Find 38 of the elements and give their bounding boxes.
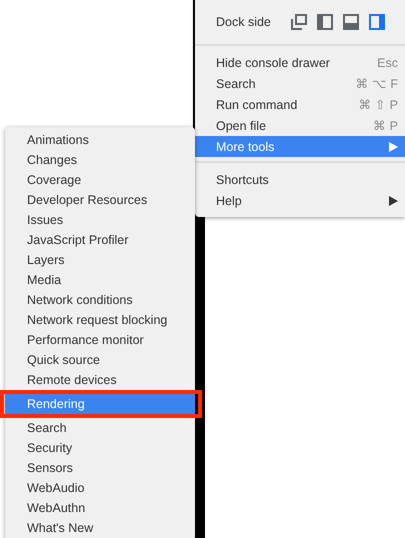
dock-right-button[interactable] <box>369 14 385 30</box>
menu-item[interactable]: More tools <box>195 136 405 157</box>
submenu-arrow-icon <box>389 142 398 152</box>
dock-left-button[interactable] <box>317 14 333 30</box>
dock-bottom-button[interactable] <box>343 14 359 30</box>
menu-item[interactable]: JavaScript Profiler <box>5 230 195 250</box>
menu-item[interactable]: Layers <box>5 250 195 270</box>
dock-side-label: Dock side <box>216 15 272 29</box>
shortcut-label: ⌘ ⇧ P <box>358 97 398 112</box>
menu-item[interactable]: Search ⌘ ⌥ F <box>195 73 405 94</box>
menu-item[interactable]: Media <box>5 270 195 290</box>
dock-undock-button[interactable] <box>291 14 307 30</box>
menu-item[interactable]: Run command ⌘ ⇧ P <box>195 94 405 115</box>
menu-item[interactable]: Sensors <box>5 458 195 478</box>
menu-item[interactable]: Performance monitor <box>5 330 195 350</box>
menu-item[interactable]: Issues <box>5 210 195 230</box>
submenu-arrow-icon <box>389 196 398 206</box>
menu-item[interactable]: What's New <box>5 518 195 538</box>
menu-item[interactable]: Rendering <box>5 394 195 414</box>
menu-item[interactable]: Help <box>195 190 405 211</box>
menu-item[interactable]: Quick source <box>5 350 195 370</box>
menu-item[interactable]: WebAudio <box>5 478 195 498</box>
menu-item[interactable]: Network request blocking <box>5 310 195 330</box>
shortcut-label: ⌘ ⌥ F <box>355 76 398 91</box>
shortcut-label: Esc <box>377 56 398 70</box>
shortcut-label: ⌘ P <box>373 118 398 133</box>
menu-item[interactable]: Developer Resources <box>5 190 195 210</box>
menu-item[interactable]: Search <box>5 418 195 438</box>
menu-item[interactable]: Remote devices <box>5 370 195 390</box>
menu-item[interactable]: Security <box>5 438 195 458</box>
menu-item[interactable]: Animations <box>5 130 195 150</box>
menu-item[interactable]: Network conditions <box>5 290 195 310</box>
menu-item[interactable]: Coverage <box>5 170 195 190</box>
menu-item[interactable]: Open file ⌘ P <box>195 115 405 136</box>
menu-item[interactable]: Changes <box>5 150 195 170</box>
menu-item[interactable]: Hide console drawer Esc <box>195 52 405 73</box>
menu-item[interactable]: Shortcuts <box>195 169 405 190</box>
menu-item[interactable]: WebAuthn <box>5 498 195 518</box>
